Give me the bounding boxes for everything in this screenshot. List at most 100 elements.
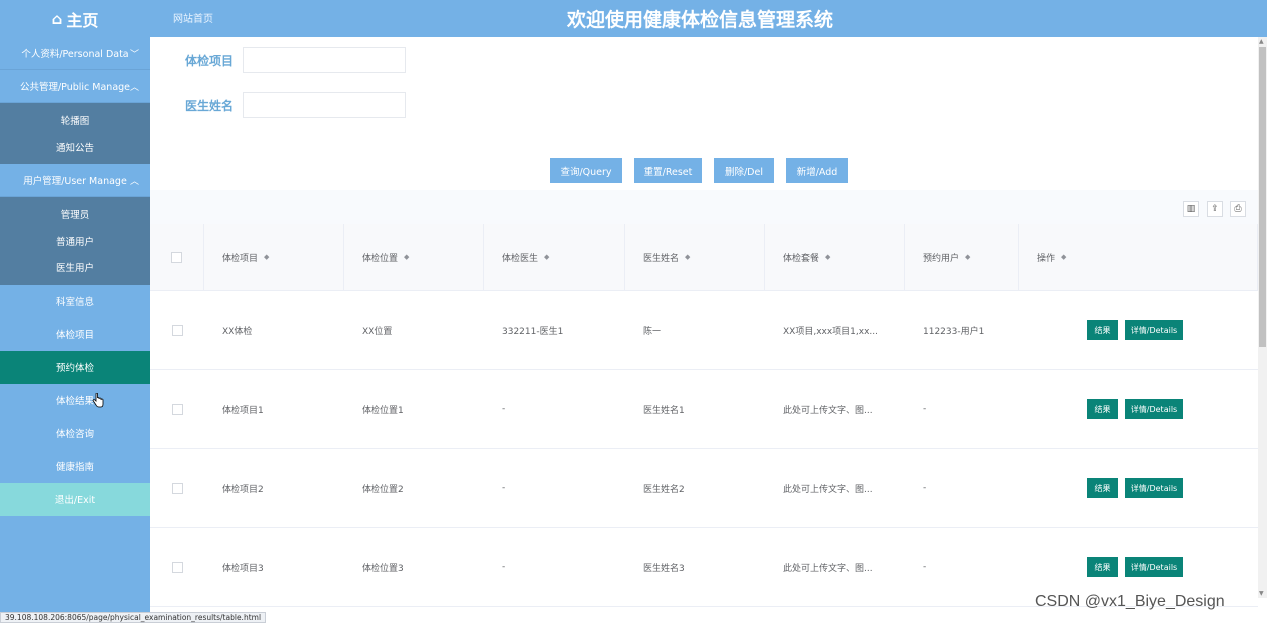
sidebar-item-exam-results[interactable]: 体检结果 (0, 384, 150, 417)
print-icon[interactable]: ⎙ (1230, 201, 1246, 217)
row-select-cell (150, 291, 204, 369)
doctor-name-label: 医生姓名 (185, 99, 234, 113)
row-select-cell (150, 528, 204, 606)
table-cell: 体检项目1 (222, 405, 264, 416)
details-button[interactable]: 详情/Details (1125, 320, 1183, 340)
table-cell: 体检位置1 (362, 405, 404, 416)
sidebar: 个人资料/Personal Data ﹀ 公共管理/Public Manage … (0, 37, 150, 623)
table-cell: - (502, 404, 506, 414)
table-cell: 112233-用户1 (923, 326, 985, 337)
status-bar-url: 39.108.108.206:8065/page/physical_examin… (0, 612, 267, 623)
submenu-item-notice[interactable]: 通知公告 (0, 134, 150, 161)
chevron-down-icon: ﹀ (129, 50, 139, 60)
submenu-item-doctor-user[interactable]: 医生用户 (0, 254, 150, 281)
table-cell: XX体检 (222, 326, 253, 337)
menu-public-manage[interactable]: 公共管理/Public Manage ︿ (0, 70, 150, 103)
column-header[interactable]: 预约用户 ◆ (905, 224, 1019, 290)
row-select-cell (150, 449, 204, 527)
details-button[interactable]: 详情/Details (1125, 478, 1183, 498)
column-header-label: 体检套餐 (783, 253, 820, 264)
result-button[interactable]: 结果 (1087, 320, 1118, 340)
sidebar-item-exam-items[interactable]: 体检项目 (0, 318, 150, 351)
delete-button[interactable]: 删除/Del (714, 158, 774, 183)
row-checkbox[interactable] (171, 403, 183, 415)
columns-icon[interactable]: ▥ (1183, 201, 1199, 217)
table-cell: - (502, 483, 506, 493)
table-cell: 此处可上传文字、图... (783, 484, 873, 495)
exam-item-input[interactable] (243, 47, 406, 73)
result-button[interactable]: 结果 (1087, 399, 1118, 419)
scroll-thumb[interactable] (1259, 47, 1266, 347)
result-button[interactable]: 结果 (1087, 478, 1118, 498)
row-checkbox[interactable] (171, 561, 183, 573)
table-cell: 医生姓名2 (643, 484, 685, 495)
header-select-cell (150, 224, 204, 290)
menu-personal-data-label: 个人资料/Personal Data (21, 49, 129, 60)
menu-personal-data[interactable]: 个人资料/Personal Data ﹀ (0, 37, 150, 70)
top-header: ⌂ 主页 网站首页 欢迎使用健康体检信息管理系统 (0, 0, 1267, 37)
main-content: 体检项目 医生姓名 查询/Query 重置/Reset 删除/Del 新增/Ad… (150, 37, 1258, 623)
row-checkbox[interactable] (171, 324, 183, 336)
column-header[interactable]: 体检医生 ◆ (484, 224, 625, 290)
system-title: 欢迎使用健康体检信息管理系统 (566, 9, 833, 31)
chevron-up-icon: ︿ (129, 83, 139, 93)
column-header[interactable]: 体检项目 ◆ (204, 224, 344, 290)
table-row: 体检项目1 体检位置1 - 医生姓名1 此处可上传文字、图... - 结果 详情… (150, 370, 1258, 449)
table-cell: 体检位置3 (362, 563, 404, 574)
table-cell: XX项目,xxx项目1,xx... (783, 326, 878, 337)
column-header[interactable]: 医生姓名 ◆ (625, 224, 765, 290)
add-button[interactable]: 新增/Add (786, 158, 848, 183)
actions-cell: 结果 详情/Details (1019, 370, 1258, 448)
table-cell: XX位置 (362, 326, 393, 337)
exam-item-label: 体检项目 (185, 54, 234, 68)
table-cell: 医生姓名3 (643, 563, 685, 574)
table-cell: 陈一 (643, 326, 662, 337)
menu-user-manage[interactable]: 用户管理/User Manage ︿ (0, 164, 150, 197)
column-header-label: 体检项目 (222, 253, 259, 264)
table-row: XX体检 XX位置 332211-医生1 陈一 XX项目,xxx项目1,xx..… (150, 291, 1258, 370)
sidebar-item-exit[interactable]: 退出/Exit (0, 482, 150, 516)
table-cell: 体检位置2 (362, 484, 404, 495)
home-label: 主页 (66, 10, 99, 30)
table-row: 体检项目2 体检位置2 - 医生姓名2 此处可上传文字、图... - 结果 详情… (150, 449, 1258, 528)
home-icon: ⌂ (51, 9, 63, 28)
reset-button[interactable]: 重置/Reset (634, 158, 702, 183)
sort-icon: ◆ (685, 253, 691, 261)
sort-icon: ◆ (965, 253, 971, 261)
table-cell: 体检项目3 (222, 563, 264, 574)
row-select-cell (150, 370, 204, 448)
select-all-checkbox[interactable] (171, 251, 182, 263)
table-cell: 体检项目2 (222, 484, 264, 495)
sidebar-item-department[interactable]: 科室信息 (0, 285, 150, 318)
result-button[interactable]: 结果 (1087, 557, 1118, 577)
query-button[interactable]: 查询/Query (550, 158, 622, 183)
submenu-item-carousel[interactable]: 轮播图 (0, 107, 150, 134)
watermark: CSDN @vx1_Biye_Design (1035, 593, 1225, 610)
doctor-name-input[interactable] (243, 92, 406, 118)
actions-cell: 结果 详情/Details (1019, 291, 1258, 369)
table-cell: 此处可上传文字、图... (783, 563, 873, 574)
sidebar-item-health-guide[interactable]: 健康指南 (0, 450, 150, 483)
table-cell: 此处可上传文字、图... (783, 405, 873, 416)
actions-cell: 结果 详情/Details (1019, 449, 1258, 527)
home-link[interactable]: ⌂ 主页 (0, 0, 150, 37)
vertical-scrollbar[interactable]: ▲ ▼ (1258, 37, 1267, 598)
sidebar-item-appointment[interactable]: 预约体检 (0, 350, 150, 384)
site-home-link[interactable]: 网站首页 (173, 10, 213, 25)
row-checkbox[interactable] (171, 482, 183, 494)
export-icon[interactable]: ⇪ (1207, 201, 1223, 217)
details-button[interactable]: 详情/Details (1125, 399, 1183, 419)
table-header-row: 体检项目 ◆ 体检位置 ◆ 体检医生 ◆ 医生姓名 ◆ 体检套餐 ◆ 预约用户 ◆ 操作 ◆ (150, 224, 1258, 291)
submenu-item-normal-user[interactable]: 普通用户 (0, 228, 150, 255)
chevron-up-icon: ︿ (129, 177, 139, 187)
submenu-item-admin[interactable]: 管理员 (0, 201, 150, 228)
details-button[interactable]: 详情/Details (1125, 557, 1183, 577)
column-header-label: 操作 (1037, 253, 1056, 264)
scroll-down-icon[interactable]: ▼ (1259, 590, 1264, 597)
column-header[interactable]: 体检套餐 ◆ (765, 224, 905, 290)
sidebar-item-consult[interactable]: 体检咨询 (0, 417, 150, 450)
column-header[interactable]: 操作 ◆ (1019, 224, 1258, 290)
table-cell: - (923, 562, 927, 572)
scroll-up-icon[interactable]: ▲ (1259, 38, 1264, 45)
column-header[interactable]: 体检位置 ◆ (344, 224, 484, 290)
